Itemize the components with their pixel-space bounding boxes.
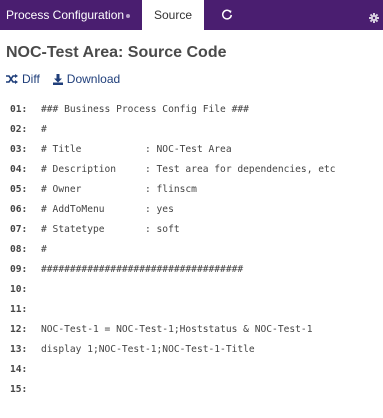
line-number: 01: [10,104,28,115]
download-label: Download [66,72,121,86]
code-line: 02: # [0,121,383,141]
line-number: 15: [10,384,28,395]
gear-icon[interactable] [369,13,379,23]
tab-process-configuration[interactable]: Process Configuration [0,0,142,30]
line-text: # Description : Test area for dependenci… [41,164,336,175]
line-number: 09: [10,264,28,275]
source-actions: Diff Download [6,72,133,86]
line-text: # Title : NOC-Test Area [41,144,232,155]
code-line: 04: # Description : Test area for depende… [0,161,383,181]
code-line: 05: # Owner : flinscm [0,181,383,201]
code-line: 15: [0,381,383,401]
line-text: # Owner : flinscm [41,184,197,195]
code-line: 01: ### Business Process Config File ### [0,101,383,121]
line-text: display 1;NOC-Test-1;NOC-Test-1-Title [41,344,255,355]
line-number: 14: [10,364,28,375]
line-text: NOC-Test-1 = NOC-Test-1;Hoststatus & NOC… [41,324,313,335]
line-number: 04: [10,164,28,175]
code-line: 08: # [0,241,383,261]
line-text: # AddToMenu : yes [41,204,174,215]
line-text: # [41,244,47,255]
line-number: 10: [10,284,28,295]
line-number: 13: [10,344,28,355]
code-line: 06: # AddToMenu : yes [0,201,383,221]
code-line: 12: NOC-Test-1 = NOC-Test-1;Hoststatus & … [0,321,383,341]
line-number: 12: [10,324,28,335]
code-line: 14: [0,361,383,381]
diff-label: Diff [22,72,40,86]
refresh-button[interactable] [204,0,250,30]
code-line: 11: [0,301,383,321]
line-text: ### Business Process Config File ### [41,104,249,115]
line-number: 05: [10,184,28,195]
line-text: ################################### [41,264,244,275]
line-number: 11: [10,304,28,315]
code-line: 09: ################################### [0,261,383,281]
tab-process-configuration-label: Process Configuration [6,8,125,22]
line-number: 06: [10,204,28,215]
tab-indicator-dot [126,14,131,18]
line-number: 03: [10,144,28,155]
page-title: NOC-Test Area: Source Code [6,44,227,61]
tab-source[interactable]: Source [142,0,204,30]
top-navigation-bar: Process Configuration Source [0,0,383,30]
source-code-listing: 01: ### Business Process Config File ### … [0,101,383,401]
line-number: 07: [10,224,28,235]
tab-source-label: Source [153,8,193,22]
code-line: 13: display 1;NOC-Test-1;NOC-Test-1-Title [0,341,383,361]
code-line: 03: # Title : NOC-Test Area [0,141,383,161]
shuffle-icon [6,74,18,84]
line-text: # [41,124,47,135]
diff-link[interactable]: Diff [6,72,40,86]
refresh-icon [222,9,233,20]
download-link[interactable]: Download [52,72,121,86]
line-number: 02: [10,124,28,135]
line-number: 08: [10,244,28,255]
download-icon [52,73,63,85]
line-text: # Statetype : soft [41,224,180,235]
code-line: 07: # Statetype : soft [0,221,383,241]
code-line: 10: [0,281,383,301]
